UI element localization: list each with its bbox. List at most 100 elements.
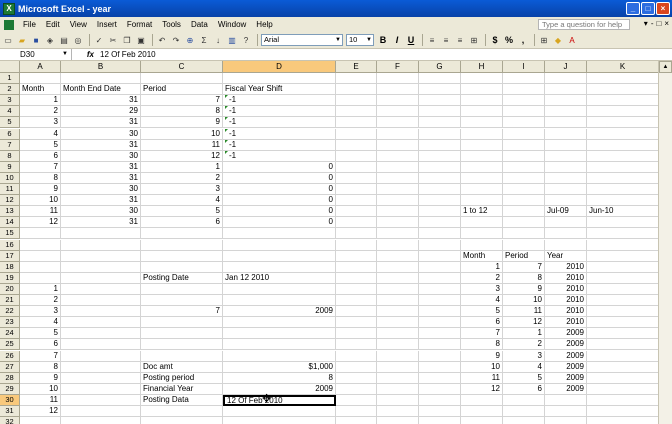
cell-b14[interactable]: 31 bbox=[61, 217, 141, 229]
cell-f2[interactable] bbox=[377, 84, 419, 96]
cell-g22[interactable] bbox=[419, 306, 461, 318]
cell-e31[interactable] bbox=[336, 406, 377, 417]
cell-b11[interactable]: 30 bbox=[61, 184, 141, 195]
cell-g32[interactable] bbox=[419, 417, 461, 424]
cell-d8[interactable]: -1 bbox=[223, 150, 336, 162]
cell-f9[interactable] bbox=[377, 161, 419, 173]
cell-c23[interactable] bbox=[141, 317, 223, 329]
cell-e16[interactable] bbox=[336, 239, 377, 251]
cell-d28[interactable]: 8 bbox=[223, 372, 336, 384]
cell-e25[interactable] bbox=[336, 339, 377, 351]
cell-a18[interactable] bbox=[20, 261, 61, 273]
cell-i17[interactable]: Period bbox=[503, 250, 545, 262]
cell-i9[interactable] bbox=[503, 161, 545, 173]
row-header[interactable]: 18 bbox=[0, 261, 20, 273]
cell-h12[interactable] bbox=[461, 195, 503, 207]
menu-help[interactable]: Help bbox=[251, 20, 277, 29]
cell-e4[interactable] bbox=[336, 106, 377, 118]
cell-j8[interactable] bbox=[545, 150, 587, 162]
cell-c13[interactable]: 5 bbox=[141, 206, 223, 218]
cell-k4[interactable] bbox=[587, 106, 658, 118]
cell-j24[interactable]: 2009 bbox=[545, 328, 587, 340]
cell-k20[interactable] bbox=[587, 284, 658, 295]
column-header-a[interactable]: A bbox=[20, 61, 61, 73]
cell-a5[interactable]: 3 bbox=[20, 117, 61, 129]
cell-k16[interactable] bbox=[587, 240, 658, 251]
cell-f1[interactable] bbox=[377, 73, 419, 84]
cell-d17[interactable] bbox=[223, 250, 336, 262]
cell-a21[interactable]: 2 bbox=[20, 295, 61, 306]
cell-h20[interactable]: 3 bbox=[461, 283, 503, 295]
cell-g1[interactable] bbox=[419, 73, 461, 84]
row-header[interactable]: 9 bbox=[0, 161, 20, 173]
cell-d31[interactable] bbox=[223, 406, 336, 417]
formula-input[interactable]: 12 Of Feb 2010 bbox=[100, 50, 156, 59]
cell-f23[interactable] bbox=[377, 317, 419, 329]
menu-file[interactable]: File bbox=[18, 20, 41, 29]
cell-d4[interactable]: -1 bbox=[223, 106, 336, 118]
column-header-j[interactable]: J bbox=[545, 61, 587, 73]
new-icon[interactable]: ▭ bbox=[2, 34, 14, 46]
row-header[interactable]: 8 bbox=[0, 150, 20, 162]
row-header[interactable]: 28 bbox=[0, 372, 20, 384]
cell-k29[interactable] bbox=[587, 384, 658, 395]
cell-j32[interactable] bbox=[545, 417, 587, 424]
cell-c2[interactable]: Period bbox=[141, 84, 223, 96]
cell-j14[interactable] bbox=[545, 217, 587, 229]
cell-b31[interactable] bbox=[61, 406, 141, 417]
percent-button[interactable]: % bbox=[503, 35, 515, 45]
cell-g23[interactable] bbox=[419, 317, 461, 329]
cell-g10[interactable] bbox=[419, 172, 461, 184]
cell-k3[interactable] bbox=[587, 95, 658, 107]
cell-b2[interactable]: Month End Date bbox=[61, 84, 141, 96]
cell-h9[interactable] bbox=[461, 161, 503, 173]
cell-h17[interactable]: Month bbox=[461, 250, 503, 262]
cell-k5[interactable] bbox=[587, 117, 658, 129]
cell-h31[interactable] bbox=[461, 406, 503, 417]
cell-b23[interactable] bbox=[61, 317, 141, 329]
function-icon[interactable]: fx bbox=[72, 50, 100, 59]
column-header-g[interactable]: G bbox=[419, 61, 461, 73]
cell-e1[interactable] bbox=[336, 73, 377, 84]
cell-k24[interactable] bbox=[587, 328, 658, 340]
cell-h30[interactable] bbox=[461, 394, 503, 406]
cell-c10[interactable]: 2 bbox=[141, 172, 223, 184]
cell-e21[interactable] bbox=[336, 295, 377, 306]
cell-g7[interactable] bbox=[419, 139, 461, 151]
row-header[interactable]: 16 bbox=[0, 239, 20, 251]
cell-e27[interactable] bbox=[336, 361, 377, 373]
cell-k31[interactable] bbox=[587, 406, 658, 417]
cell-i24[interactable]: 1 bbox=[503, 328, 545, 340]
cell-e12[interactable] bbox=[336, 195, 377, 207]
cell-a22[interactable]: 3 bbox=[20, 306, 61, 318]
cell-i29[interactable]: 6 bbox=[503, 383, 545, 395]
cell-e17[interactable] bbox=[336, 250, 377, 262]
cell-f16[interactable] bbox=[377, 239, 419, 251]
cell-d16[interactable] bbox=[223, 239, 336, 251]
cell-b26[interactable] bbox=[61, 350, 141, 362]
cell-j19[interactable]: 2010 bbox=[545, 272, 587, 284]
cell-c32[interactable] bbox=[141, 417, 223, 424]
cell-g31[interactable] bbox=[419, 406, 461, 417]
cell-d1[interactable] bbox=[223, 73, 336, 84]
row-header[interactable]: 5 bbox=[0, 117, 20, 129]
cell-k23[interactable] bbox=[587, 317, 658, 329]
row-header[interactable]: 21 bbox=[0, 295, 20, 306]
row-header[interactable]: 2 bbox=[0, 84, 20, 96]
cell-e2[interactable] bbox=[336, 84, 377, 96]
cell-i16[interactable] bbox=[503, 239, 545, 251]
redo-icon[interactable]: ↷ bbox=[170, 34, 182, 46]
cell-i4[interactable] bbox=[503, 106, 545, 118]
cell-b21[interactable] bbox=[61, 295, 141, 306]
align-right-icon[interactable]: ≡ bbox=[454, 34, 466, 46]
workbook-close-button[interactable]: × bbox=[664, 19, 669, 28]
cell-j20[interactable]: 2010 bbox=[545, 283, 587, 295]
cell-d21[interactable] bbox=[223, 295, 336, 306]
cell-i27[interactable]: 4 bbox=[503, 361, 545, 373]
select-all-button[interactable] bbox=[0, 61, 20, 73]
row-header[interactable]: 1 bbox=[0, 73, 20, 84]
cell-i18[interactable]: 7 bbox=[503, 261, 545, 273]
cell-j26[interactable]: 2009 bbox=[545, 350, 587, 362]
cell-j7[interactable] bbox=[545, 139, 587, 151]
row-header[interactable]: 14 bbox=[0, 217, 20, 229]
